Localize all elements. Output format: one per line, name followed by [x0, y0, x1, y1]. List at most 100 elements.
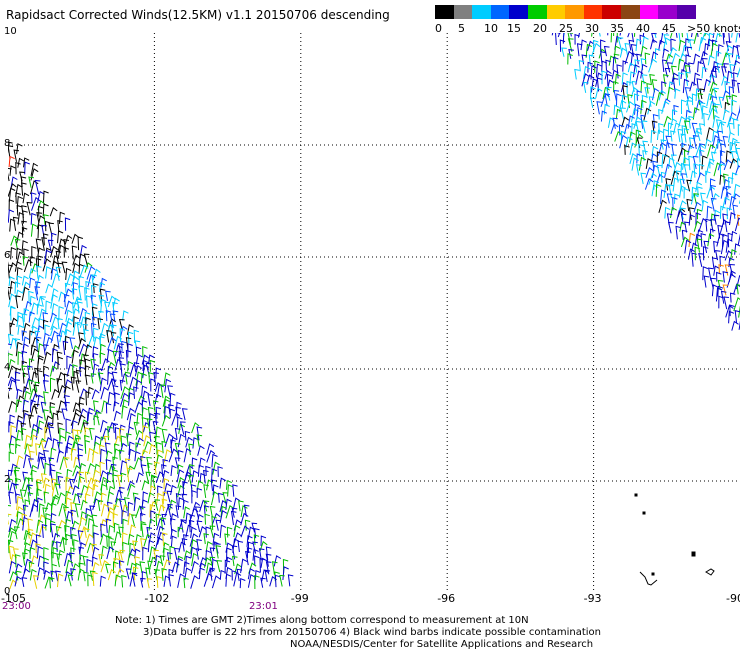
wind-barb	[656, 151, 663, 163]
wind-barb	[43, 569, 51, 580]
wind-barb	[254, 569, 261, 581]
wind-barb	[710, 197, 717, 212]
longitude-label: -99	[290, 592, 309, 605]
wind-barb	[237, 540, 244, 553]
wind-barb	[44, 324, 50, 335]
wind-barb	[107, 524, 115, 538]
wind-barb	[154, 435, 160, 449]
wind-barb	[203, 484, 209, 498]
wind-barb	[8, 155, 15, 168]
wind-barb	[90, 294, 97, 309]
wind-barb	[85, 374, 91, 386]
wind-barb	[145, 567, 151, 582]
wind-barb	[8, 491, 14, 505]
wind-barb	[52, 532, 61, 547]
wind-barb	[196, 487, 203, 498]
wind-barb	[688, 232, 696, 248]
wind-barb	[717, 44, 724, 57]
wind-barb	[279, 574, 285, 587]
wind-barb	[44, 483, 51, 496]
wind-barb	[98, 310, 104, 323]
wind-barb	[85, 295, 92, 308]
wind-barb	[15, 289, 23, 300]
wind-barb	[92, 352, 99, 364]
wind-barb	[43, 190, 49, 204]
wind-barb	[181, 493, 188, 504]
wind-barb	[640, 63, 648, 79]
wind-barb	[672, 177, 680, 192]
wind-barb	[92, 571, 98, 587]
wind-barb	[634, 33, 636, 37]
wind-barb	[43, 449, 49, 463]
wind-barb	[122, 541, 128, 554]
wind-barb	[140, 372, 147, 385]
wind-barb	[638, 156, 647, 171]
scale-swatch	[639, 5, 659, 19]
wind-barb	[140, 577, 146, 588]
wind-barb	[120, 386, 130, 400]
wind-barb	[273, 555, 282, 567]
wind-barb	[161, 414, 171, 427]
wind-barb	[126, 426, 134, 440]
wind-barb	[21, 365, 28, 378]
wind-barb	[591, 42, 601, 57]
wind-barb	[683, 164, 690, 178]
wind-barb	[120, 460, 128, 475]
wind-barb	[612, 117, 618, 129]
wind-barb-map	[8, 33, 740, 593]
wind-barb	[29, 568, 37, 581]
wind-barb	[14, 575, 22, 587]
island-dot	[651, 572, 655, 576]
wind-barb	[162, 459, 169, 469]
wind-barb	[670, 130, 676, 142]
wind-barb	[686, 33, 689, 43]
wind-barb	[722, 109, 730, 121]
wind-barb	[93, 400, 99, 412]
wind-barb	[45, 300, 51, 315]
wind-barb	[141, 390, 150, 405]
wind-barb	[282, 566, 289, 581]
wind-barb	[121, 373, 129, 384]
wind-barb	[190, 526, 197, 539]
wind-barb	[703, 275, 710, 288]
wind-barb	[156, 576, 163, 588]
wind-barb	[254, 527, 260, 539]
wind-barb	[247, 574, 256, 588]
wind-barb	[57, 492, 66, 505]
wind-barb	[16, 275, 23, 288]
wind-barb	[136, 412, 143, 426]
wind-barb	[644, 52, 651, 65]
wind-barb	[24, 161, 30, 175]
wind-barb	[146, 462, 153, 477]
latitude-label: 8	[4, 138, 11, 149]
island-dot	[642, 511, 646, 515]
wind-barb	[599, 33, 601, 37]
wind-barb	[23, 390, 31, 405]
wind-barb	[626, 80, 632, 95]
latitude-label: 4	[4, 362, 11, 373]
wind-barb	[9, 165, 16, 176]
wind-barb	[190, 575, 199, 589]
scale-swatch	[509, 5, 529, 19]
wind-barb	[45, 266, 52, 279]
wind-barb	[590, 78, 599, 93]
wind-barb	[15, 341, 23, 357]
wind-barb	[226, 526, 233, 538]
wind-barb	[21, 577, 28, 587]
wind-barb	[57, 573, 64, 588]
wind-barb	[56, 378, 62, 393]
wind-barb	[688, 62, 694, 73]
wind-barb	[198, 525, 207, 538]
wind-barb	[177, 433, 186, 448]
wind-barb	[84, 427, 91, 440]
wind-barb	[40, 296, 46, 307]
wind-barb	[219, 477, 227, 489]
wind-barb	[27, 492, 34, 505]
wind-barb	[35, 426, 43, 440]
wind-barb	[714, 33, 723, 45]
wind-barb	[124, 371, 131, 385]
wind-barb	[722, 135, 729, 148]
wind-barb	[561, 47, 567, 57]
scale-swatch	[435, 5, 455, 19]
wind-barb	[29, 546, 36, 559]
